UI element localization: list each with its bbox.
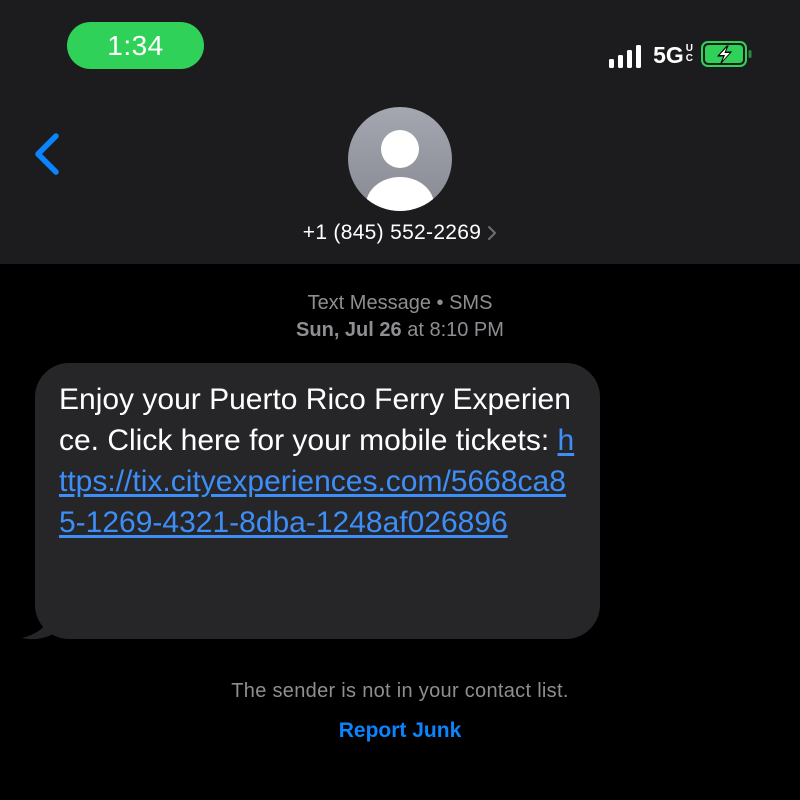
battery-charging-icon (701, 40, 752, 68)
chevron-left-icon (35, 133, 59, 175)
status-time-pill[interactable]: 1:34 (67, 22, 204, 69)
status-time: 1:34 (107, 29, 164, 61)
chevron-right-icon (488, 226, 497, 240)
network-suffix: U C (685, 43, 693, 64)
thread-metadata: Text Message • SMS Sun, Jul 26 at 8:10 P… (0, 290, 800, 344)
incoming-message-bubble[interactable]: Enjoy your Puerto Rico Ferry Experience.… (35, 363, 600, 639)
contact-avatar[interactable] (348, 107, 452, 211)
conversation-header: 1:34 5G U C +1 (845) 552-2269 (0, 0, 800, 264)
message-timestamp: Sun, Jul 26 at 8:10 PM (296, 319, 504, 341)
message-text: Enjoy your Puerto Rico Ferry Experience.… (59, 383, 571, 457)
contact-phone-number: +1 (845) 552-2269 (302, 221, 482, 244)
status-indicators: 5G U C (609, 38, 752, 70)
message-body: Enjoy your Puerto Rico Ferry Experience.… (59, 379, 580, 543)
unknown-sender-notice: The sender is not in your contact list. (231, 680, 569, 702)
service-line: Text Message • SMS (307, 292, 493, 314)
contact-details-button[interactable]: +1 (845) 552-2269 (0, 216, 800, 250)
back-button[interactable] (22, 128, 72, 180)
person-icon (348, 107, 452, 211)
cellular-signal-icon (609, 40, 642, 68)
messages-screen: 1:34 5G U C +1 (845) 552-2269 Text Messa… (0, 0, 800, 800)
network-type: 5G (653, 41, 684, 68)
report-junk-button[interactable]: Report Junk (339, 719, 462, 742)
